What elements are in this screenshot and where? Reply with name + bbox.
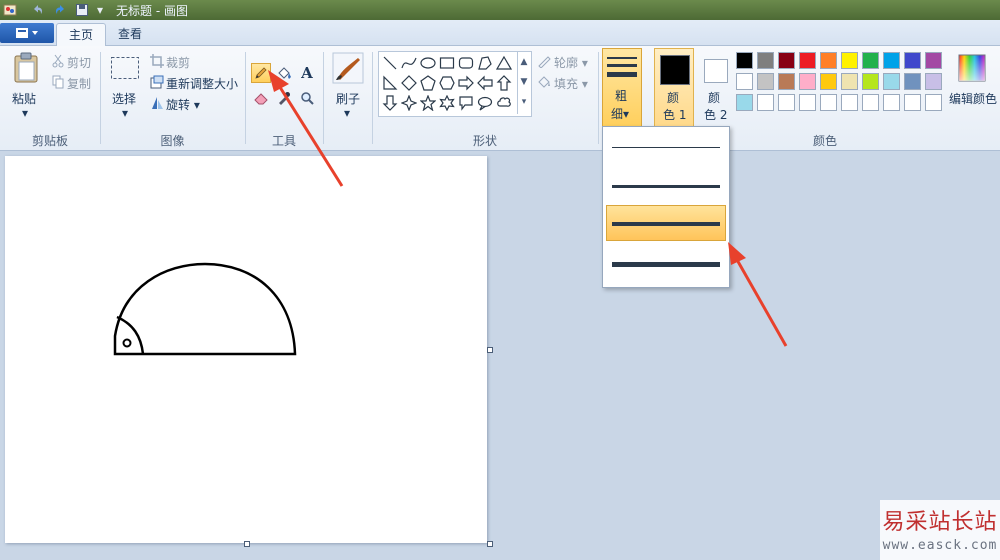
watermark: 易采站长站 www.easck.com xyxy=(880,500,1000,560)
annotation-arrow xyxy=(728,242,788,347)
watermark-title: 易采站长站 xyxy=(882,510,998,535)
annotation-arrows xyxy=(268,70,788,347)
annotation-arrow xyxy=(268,70,344,187)
watermark-url: www.easck.com xyxy=(882,538,998,553)
